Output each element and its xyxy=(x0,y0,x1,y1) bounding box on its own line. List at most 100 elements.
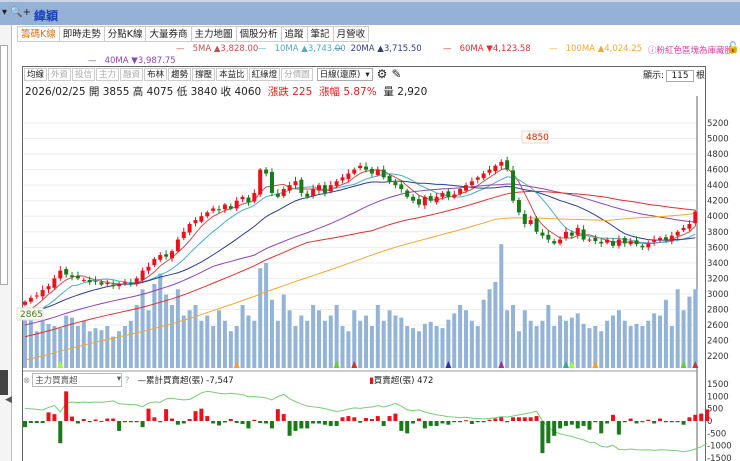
netflow-bar xyxy=(146,408,151,421)
netflow-bar xyxy=(99,421,104,422)
candle-body xyxy=(481,173,486,179)
candle-body xyxy=(140,270,145,280)
volume-bar xyxy=(446,319,451,368)
candle-body xyxy=(328,185,333,192)
netflow-bar xyxy=(58,421,63,444)
netflow-bar xyxy=(452,421,457,423)
price-chart[interactable]: 5200 5000 4800 4600 4400 4200 4000 3800 3600 3400… xyxy=(0,0,740,461)
candle-body xyxy=(422,196,427,206)
candle-body xyxy=(375,169,380,176)
netflow-bar xyxy=(170,418,174,421)
volume-bar xyxy=(569,317,574,368)
candle-body xyxy=(117,283,122,287)
netflow-bar xyxy=(505,421,510,423)
netflow-bar xyxy=(422,421,427,429)
netflow-bar xyxy=(563,421,568,426)
netflow-bar xyxy=(105,418,110,421)
volume-bar xyxy=(170,305,174,368)
volume-bar xyxy=(693,289,698,368)
netflow-bar xyxy=(305,421,310,429)
volume-bar xyxy=(122,326,127,368)
signal-marker-icon xyxy=(233,361,240,368)
indicator-select[interactable]: 主力買賣超 ▾ xyxy=(32,373,123,387)
netflow-bar xyxy=(411,421,416,424)
candle-body xyxy=(563,231,568,238)
volume-bar xyxy=(605,320,610,368)
volume-bar xyxy=(534,326,539,368)
volume-bar xyxy=(640,326,645,368)
candle-body xyxy=(87,279,92,283)
candle-body xyxy=(469,181,474,186)
netflow-bar xyxy=(446,421,451,425)
netflow-bar xyxy=(269,421,274,429)
volume-bar xyxy=(105,326,110,368)
netflow-bar xyxy=(493,418,498,421)
signal-marker-icon xyxy=(333,361,340,368)
netflow-bar xyxy=(328,421,333,426)
candle-body xyxy=(305,193,310,197)
volume-bar xyxy=(575,313,580,368)
volume-bar xyxy=(546,305,551,368)
candle-body xyxy=(681,227,686,231)
volume-bar xyxy=(222,320,227,368)
candle-body xyxy=(616,239,621,246)
candle-body xyxy=(246,197,251,203)
price-tick: 4800 xyxy=(707,150,729,160)
netflow-bar xyxy=(675,421,680,423)
candle-body xyxy=(505,160,510,170)
volume-bar xyxy=(422,323,427,368)
netflow-bar xyxy=(46,412,51,421)
volume-bar xyxy=(322,320,327,368)
netflow-bar xyxy=(240,421,245,424)
close-indicator-icon[interactable]: ⊗ xyxy=(23,376,30,386)
volume-bar xyxy=(228,331,233,368)
volume-bar xyxy=(522,310,527,368)
volume-bar xyxy=(240,305,245,368)
price-tick: 3000 xyxy=(707,290,729,300)
volume-bar xyxy=(352,310,357,368)
candle-body xyxy=(534,218,539,232)
candle-body xyxy=(440,192,445,197)
ma40-line xyxy=(24,183,696,326)
candle-body xyxy=(58,270,63,279)
netflow-bar xyxy=(34,421,39,423)
volume-bar xyxy=(99,330,104,368)
cum-label: 累計買賣超(張) xyxy=(145,376,204,386)
candle-body xyxy=(364,166,369,170)
netflow-bar xyxy=(40,421,45,423)
netflow-bar xyxy=(175,421,180,425)
candle-body xyxy=(405,190,410,197)
candle-body xyxy=(181,231,186,238)
volume-bar xyxy=(305,320,310,368)
netflow-bar xyxy=(81,419,86,421)
volume-bar xyxy=(411,328,416,368)
volume-bar xyxy=(505,310,510,368)
candle-body xyxy=(652,239,657,242)
lower-tick: 1000 xyxy=(707,392,729,402)
netflow-bar xyxy=(187,419,192,421)
candle-body xyxy=(569,232,574,236)
volume-bar xyxy=(552,326,557,368)
candle-body xyxy=(346,173,351,179)
netflow-bar xyxy=(528,417,533,421)
min-price-label: 2865 xyxy=(20,310,43,320)
volume-bar xyxy=(40,320,45,368)
volume-bar xyxy=(493,281,498,368)
candle-body xyxy=(334,181,339,186)
help-icon[interactable]: ? xyxy=(125,376,130,386)
candle-body xyxy=(193,220,198,224)
netflow-bar xyxy=(487,419,492,421)
netflow-bar xyxy=(52,414,57,421)
netflow-bar xyxy=(663,421,668,423)
volume-bar xyxy=(269,299,274,368)
volume-bar xyxy=(616,310,621,368)
price-tick: 4400 xyxy=(707,181,729,191)
candle-body xyxy=(158,255,163,260)
volume-bar xyxy=(540,320,545,368)
candle-body xyxy=(369,168,374,174)
candle-body xyxy=(381,169,386,178)
volume-bar xyxy=(381,320,386,368)
volume-bar xyxy=(464,310,468,368)
candle-body xyxy=(122,282,127,284)
netflow-bar xyxy=(322,421,327,425)
